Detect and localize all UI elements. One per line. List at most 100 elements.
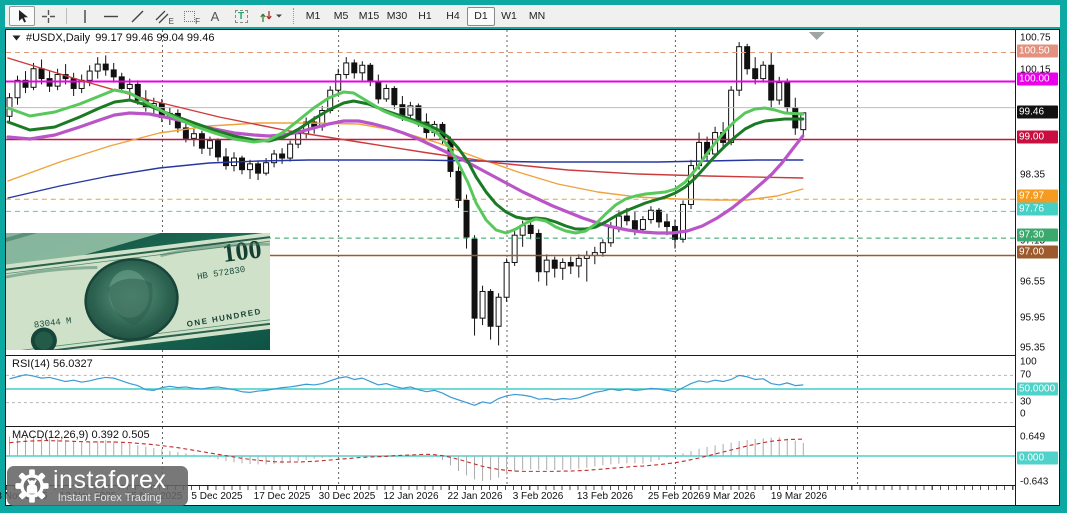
candle-up bbox=[576, 258, 581, 266]
brand-name: instaforex bbox=[53, 468, 166, 492]
candle-up bbox=[127, 84, 132, 88]
tool-equidistant-channel-button[interactable]: E bbox=[150, 6, 176, 26]
date-label: 17 Dec 2025 bbox=[254, 491, 311, 502]
tool-arrows-button[interactable] bbox=[254, 6, 288, 26]
axis-price-badge: 50.0000 bbox=[1017, 383, 1058, 396]
candle-down bbox=[536, 233, 541, 271]
axis-price-badge: 97.76 bbox=[1017, 203, 1058, 216]
candle-up bbox=[15, 80, 20, 97]
timeframe-h4-button[interactable]: H4 bbox=[439, 7, 467, 26]
crosshair-icon bbox=[41, 9, 56, 24]
candle-down bbox=[280, 154, 285, 158]
ma-navy bbox=[8, 160, 803, 198]
tool-trend-line-button[interactable] bbox=[124, 6, 150, 26]
tool-text-label-button[interactable]: T bbox=[228, 6, 254, 26]
timeframe-m5-button[interactable]: M5 bbox=[327, 7, 355, 26]
candle-down bbox=[376, 82, 381, 99]
candle-down bbox=[39, 69, 44, 79]
brand-tagline: Instant Forex Trading bbox=[58, 493, 162, 504]
tool-horizontal-line-button[interactable] bbox=[98, 6, 124, 26]
rsi-panel[interactable]: RSI(14) 56.0327 bbox=[6, 355, 1015, 426]
trend-line-icon bbox=[130, 9, 145, 24]
arrows-icon bbox=[259, 9, 273, 24]
axis-tick-label: 70 bbox=[1020, 370, 1031, 381]
candle-down bbox=[488, 291, 493, 326]
macd-label: MACD(12,26,9) 0.392 0.505 bbox=[12, 429, 150, 441]
trading-terminal-window: E F A T M1 M5 M15 M30 H1 H4 D1 W1 MN bbox=[0, 0, 1067, 513]
axis-tick-label: 30 bbox=[1020, 397, 1031, 408]
candle-down bbox=[256, 164, 261, 173]
candle-down bbox=[656, 210, 661, 222]
candle-up bbox=[31, 69, 36, 88]
chevron-down-icon bbox=[275, 13, 283, 19]
rsi-chart bbox=[6, 356, 1015, 426]
date-label: 22 Jan 2026 bbox=[447, 491, 502, 502]
candle-up bbox=[264, 163, 269, 173]
timeframe-h1-button[interactable]: H1 bbox=[411, 7, 439, 26]
axis-price-badge: 0.000 bbox=[1017, 452, 1058, 465]
tool-cursor-button[interactable] bbox=[9, 6, 35, 26]
tool-fibonacci-button[interactable]: F bbox=[176, 6, 202, 26]
fibonacci-icon bbox=[184, 11, 195, 22]
candle-up bbox=[729, 90, 734, 142]
ohlc-readout: 99.17 99.46 99.04 99.46 bbox=[95, 32, 214, 44]
candle-down bbox=[103, 64, 108, 70]
axis-tick-label: 95.35 bbox=[1020, 343, 1045, 354]
date-label: 13 Feb 2026 bbox=[577, 491, 633, 502]
candle-up bbox=[480, 291, 485, 318]
tool-vertical-line-button[interactable] bbox=[72, 6, 98, 26]
timeframe-m30-button[interactable]: M30 bbox=[383, 7, 411, 26]
candle-up bbox=[360, 65, 365, 73]
candle-up bbox=[248, 164, 253, 170]
candle-up bbox=[640, 220, 645, 230]
timeframe-mn-button[interactable]: MN bbox=[523, 7, 551, 26]
candle-up bbox=[384, 88, 389, 98]
tool-text-button[interactable]: A bbox=[202, 6, 228, 26]
candle-up bbox=[777, 83, 782, 100]
chart-shift-marker[interactable] bbox=[809, 32, 825, 40]
candle-up bbox=[504, 262, 509, 297]
candle-down bbox=[785, 83, 790, 108]
axis-price-badge: 99.00 bbox=[1017, 131, 1058, 144]
text-icon: A bbox=[211, 9, 220, 24]
candle-down bbox=[368, 65, 373, 81]
symbol-dropdown-icon[interactable] bbox=[12, 35, 21, 41]
price-axis[interactable]: 100.75100.1598.3597.1596.5595.9595.35100… bbox=[1015, 30, 1059, 505]
axis-tick-label: 98.35 bbox=[1020, 170, 1045, 181]
candle-down bbox=[352, 63, 357, 73]
tool-crosshair-button[interactable] bbox=[35, 6, 61, 26]
candle-up bbox=[207, 141, 212, 149]
date-label: 5 Dec 2025 bbox=[191, 491, 242, 502]
candle-up bbox=[600, 243, 605, 253]
axis-price-badge: 100.50 bbox=[1017, 45, 1058, 58]
candle-down bbox=[119, 77, 124, 89]
timeframe-d1-button[interactable]: D1 bbox=[467, 7, 495, 26]
candle-up bbox=[87, 71, 92, 80]
vertical-line-icon bbox=[78, 9, 92, 24]
date-label: 12 Jan 2026 bbox=[383, 491, 438, 502]
candle-down bbox=[568, 262, 573, 265]
candle-down bbox=[753, 69, 758, 79]
axis-price-badge: 97.97 bbox=[1017, 190, 1058, 203]
candle-down bbox=[392, 88, 397, 104]
toolbar-separator bbox=[293, 8, 294, 24]
candle-up bbox=[616, 216, 621, 228]
fibonacci-letter: F bbox=[195, 17, 200, 26]
symbol-name: #USDX,Daily bbox=[26, 32, 90, 44]
axis-tick-label: 0 bbox=[1020, 409, 1026, 420]
axis-tick-label: 100 bbox=[1020, 357, 1037, 368]
candle-up bbox=[95, 64, 100, 71]
candle-down bbox=[223, 157, 228, 166]
timeframe-w1-button[interactable]: W1 bbox=[495, 7, 523, 26]
date-label: 25 Feb 2026 bbox=[648, 491, 704, 502]
bill-denomination: 100 bbox=[221, 234, 263, 268]
rsi-label: RSI(14) 56.0327 bbox=[12, 358, 93, 370]
chart-workspace: #USDX,Daily 99.17 99.46 99.04 99.46 bbox=[5, 29, 1060, 506]
candle-up bbox=[288, 144, 293, 158]
timeframe-m15-button[interactable]: M15 bbox=[355, 7, 383, 26]
candle-down bbox=[472, 239, 477, 318]
timeframe-m1-button[interactable]: M1 bbox=[299, 7, 327, 26]
cursor-icon bbox=[16, 9, 29, 24]
price-chart-panel[interactable]: #USDX,Daily 99.17 99.46 99.04 99.46 bbox=[6, 30, 1015, 355]
candle-down bbox=[528, 225, 533, 233]
